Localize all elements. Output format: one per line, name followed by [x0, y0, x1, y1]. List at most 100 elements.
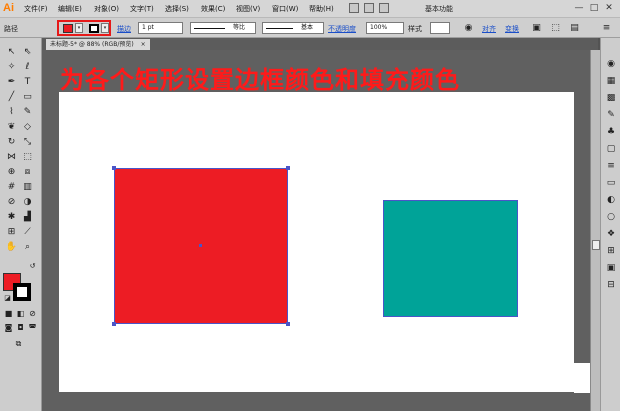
anchor-top-left[interactable]	[112, 166, 116, 170]
maximize-icon[interactable]: □	[588, 3, 600, 14]
profile-line	[194, 28, 225, 29]
stroke-color-box[interactable]	[13, 283, 31, 301]
menu-select[interactable]: 选择(S)	[165, 4, 189, 14]
shape-mode-icon[interactable]: ▣	[530, 22, 543, 34]
stroke-swatch[interactable]	[89, 24, 99, 33]
slice-icon[interactable]: ⟋	[21, 226, 34, 238]
selection-icon[interactable]: ↖	[5, 46, 18, 58]
brush-line	[266, 28, 293, 29]
bridge-icon[interactable]	[349, 3, 359, 13]
swatches-icon[interactable]: ▩	[605, 92, 617, 104]
swap-colors-icon[interactable]: ↺	[26, 260, 39, 272]
opacity-link[interactable]: 不透明度	[328, 24, 356, 34]
fill-swatch[interactable]	[63, 24, 73, 33]
transparency-icon[interactable]: ◐	[605, 194, 617, 206]
none-mode-icon[interactable]: ⊘	[26, 308, 39, 320]
symbol-sprayer-icon[interactable]: ✱	[5, 211, 18, 223]
workspace-switcher[interactable]: 基本功能	[425, 4, 453, 14]
stroke-panel-link[interactable]: 描边	[117, 24, 131, 34]
width-icon[interactable]: ⋈	[5, 151, 18, 163]
direct-selection-icon[interactable]: ⇖	[21, 46, 34, 58]
brush-definition[interactable]: 基本	[262, 22, 324, 34]
select-similar-icon[interactable]: ▤	[568, 22, 581, 34]
headline-text: 为各个矩形设置边框颜色和填充颜色	[60, 66, 460, 94]
anchor-bottom-right[interactable]	[286, 322, 290, 326]
menu-help[interactable]: 帮助(H)	[309, 4, 334, 14]
close-icon[interactable]: ✕	[603, 3, 615, 14]
anchor-bottom-left[interactable]	[112, 322, 116, 326]
stroke-weight-field[interactable]: 1 pt	[138, 22, 183, 34]
tab-close-icon[interactable]: ×	[141, 39, 146, 50]
graphic-styles-icon[interactable]: ▢	[605, 143, 617, 155]
minimize-icon[interactable]: —	[573, 3, 585, 14]
scroll-thumb[interactable]	[592, 240, 600, 250]
screen-mode-icon[interactable]	[379, 3, 389, 13]
app-logo: Ai	[3, 2, 14, 14]
tools-panel: ↖ ⇖ ✧ ℓ ✒ T ╱ ▭ ⌇ ✎ ❦ ◇ ↻ ⤡ ⋈ ⬚ ⊕ ⧈ # ▥ …	[0, 38, 42, 411]
vertical-scrollbar[interactable]	[590, 50, 600, 411]
opacity-field[interactable]: 100%	[366, 22, 404, 34]
stroke-icon[interactable]: ≡	[605, 160, 617, 172]
default-colors-icon[interactable]: ◪	[1, 292, 14, 304]
menu-file[interactable]: 文件(F)	[24, 4, 48, 14]
transform-panel-icon[interactable]: ▣	[605, 262, 617, 274]
blob-brush-icon[interactable]: ❦	[5, 121, 18, 133]
magic-wand-icon[interactable]: ✧	[5, 61, 18, 73]
zoom-icon[interactable]: ⌕	[21, 241, 34, 253]
scale-icon[interactable]: ⤡	[21, 136, 34, 148]
rectangle-icon[interactable]: ▭	[21, 91, 34, 103]
pencil-icon[interactable]: ✎	[21, 106, 34, 118]
draw-inside-icon[interactable]: ◚	[26, 322, 39, 334]
paintbrush-icon[interactable]: ⌇	[5, 106, 18, 118]
object-type-label: 路径	[4, 25, 18, 33]
symbols-icon[interactable]: ♣	[605, 126, 617, 138]
appearance-icon[interactable]: ○	[605, 211, 617, 223]
menu-type[interactable]: 文字(T)	[130, 4, 154, 14]
fill-dropdown[interactable]: ▾	[75, 23, 83, 33]
menu-effect[interactable]: 效果(C)	[201, 4, 225, 14]
menu-edit[interactable]: 编辑(E)	[58, 4, 82, 14]
mesh-icon[interactable]: #	[5, 181, 18, 193]
arrange-documents-icon[interactable]	[364, 3, 374, 13]
brushes-icon[interactable]: ✎	[605, 109, 617, 121]
document-tab-label: 未标题-5* @ 88% (RGB/预览)	[50, 41, 134, 48]
stroke-dropdown[interactable]: ▾	[101, 23, 109, 33]
menu-view[interactable]: 视图(V)	[236, 4, 260, 14]
change-screen-mode-icon[interactable]: ⧉	[12, 338, 25, 350]
recolor-artwork-icon[interactable]: ◉	[462, 22, 475, 34]
gradient-panel-icon[interactable]: ▭	[605, 177, 617, 189]
align-panel-icon[interactable]: ⊟	[605, 279, 617, 291]
line-icon[interactable]: ╱	[5, 91, 18, 103]
artboard-icon[interactable]: ⊞	[5, 226, 18, 238]
hand-icon[interactable]: ✋	[5, 241, 18, 253]
gradient-icon[interactable]: ▥	[21, 181, 34, 193]
free-transform-icon[interactable]: ⬚	[21, 151, 34, 163]
shape-builder-icon[interactable]: ⊕	[5, 166, 18, 178]
artboards-panel-icon[interactable]: ⊞	[605, 245, 617, 257]
eraser-icon[interactable]: ◇	[21, 121, 34, 133]
graphic-style-swatch[interactable]	[430, 22, 450, 34]
graph-icon[interactable]: ▟	[21, 211, 34, 223]
teal-rectangle[interactable]	[383, 200, 518, 317]
align-link[interactable]: 对齐	[482, 24, 496, 34]
anchor-top-right[interactable]	[286, 166, 290, 170]
color-icon[interactable]: ◉	[605, 58, 617, 70]
document-tab-bar: 未标题-5* @ 88% (RGB/预览) ×	[42, 38, 598, 50]
pen-icon[interactable]: ✒	[5, 76, 18, 88]
menu-object[interactable]: 对象(O)	[94, 4, 119, 14]
blend-icon[interactable]: ◑	[21, 196, 34, 208]
layers-icon[interactable]: ❖	[605, 228, 617, 240]
rotate-icon[interactable]: ↻	[5, 136, 18, 148]
lasso-icon[interactable]: ℓ	[21, 61, 34, 73]
menu-window[interactable]: 窗口(W)	[272, 4, 298, 14]
variable-width-profile[interactable]: 等比	[190, 22, 256, 34]
isolate-icon[interactable]: ⬚	[549, 22, 562, 34]
type-icon[interactable]: T	[21, 76, 34, 88]
profile-label: 等比	[232, 24, 245, 31]
control-menu-icon[interactable]: ≡	[600, 22, 613, 34]
color-guide-icon[interactable]: ▦	[605, 75, 617, 87]
eyedropper-icon[interactable]: ⊘	[5, 196, 18, 208]
transform-link[interactable]: 变换	[505, 24, 519, 34]
perspective-icon[interactable]: ⧈	[21, 166, 34, 178]
document-tab[interactable]: 未标题-5* @ 88% (RGB/预览) ×	[46, 39, 150, 50]
